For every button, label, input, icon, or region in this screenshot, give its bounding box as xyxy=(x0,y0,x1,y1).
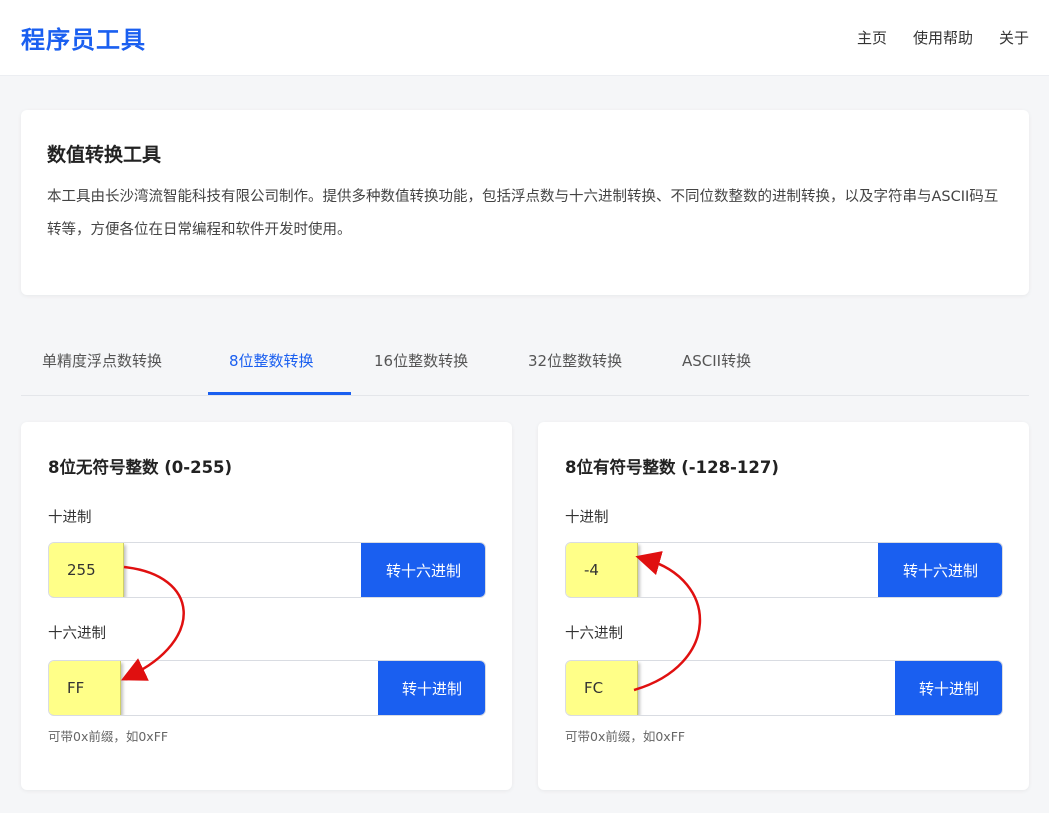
signed-title: 8位有符号整数 (-128-127) xyxy=(565,458,779,477)
intro-card: 数值转换工具 本工具由长沙湾流智能科技有限公司制作。提供多种数值转换功能，包括浮… xyxy=(21,110,1029,295)
intro-description: 本工具由长沙湾流智能科技有限公司制作。提供多种数值转换功能，包括浮点数与十六进制… xyxy=(47,189,999,238)
unsigned-hint: 可带0x前缀，如0xFF xyxy=(48,729,169,744)
unsigned-decimal-input[interactable] xyxy=(67,543,367,597)
brand-logo[interactable]: 程序员工具 xyxy=(21,20,146,55)
signed-hint: 可带0x前缀，如0xFF xyxy=(565,729,686,744)
signed-panel: 8位有符号整数 (-128-127) 十进制 转十六进制 十六进制 转十进制 可… xyxy=(538,422,1029,790)
signed-decimal-field: 转十六进制 xyxy=(565,542,1003,598)
tab-int32[interactable]: 32位整数转换 xyxy=(528,350,622,371)
tab-ascii[interactable]: ASCII转换 xyxy=(682,350,751,371)
signed-hex-input[interactable] xyxy=(584,661,884,715)
unsigned-hex-label: 十六进制 xyxy=(48,626,106,642)
unsigned-to-decimal-button[interactable]: 转十进制 xyxy=(378,661,485,715)
signed-hex-label: 十六进制 xyxy=(565,626,623,642)
signed-hex-field: 转十进制 xyxy=(565,660,1003,716)
unsigned-to-hex-button[interactable]: 转十六进制 xyxy=(361,543,485,597)
nav-about[interactable]: 关于 xyxy=(999,27,1029,48)
signed-to-decimal-button[interactable]: 转十进制 xyxy=(895,661,1002,715)
unsigned-title: 8位无符号整数 (0-255) xyxy=(48,458,233,477)
unsigned-decimal-label: 十进制 xyxy=(48,510,92,526)
signed-decimal-label: 十进制 xyxy=(565,510,609,526)
tab-float[interactable]: 单精度浮点数转换 xyxy=(42,350,162,371)
top-bar: 程序员工具 主页 使用帮助 关于 xyxy=(0,0,1049,76)
unsigned-hex-input[interactable] xyxy=(67,661,367,715)
nav-home[interactable]: 主页 xyxy=(857,27,887,48)
intro-title: 数值转换工具 xyxy=(47,144,162,166)
active-tab-indicator xyxy=(208,392,351,395)
unsigned-decimal-field: 转十六进制 xyxy=(48,542,486,598)
top-nav: 主页 使用帮助 关于 xyxy=(857,27,1029,48)
unsigned-panel: 8位无符号整数 (0-255) 十进制 转十六进制 十六进制 转十进制 可带0x… xyxy=(21,422,512,790)
tab-int16[interactable]: 16位整数转换 xyxy=(374,350,468,371)
tab-bar: 单精度浮点数转换 8位整数转换 16位整数转换 32位整数转换 ASCII转换 xyxy=(21,330,1029,396)
unsigned-hex-field: 转十进制 xyxy=(48,660,486,716)
signed-decimal-input[interactable] xyxy=(584,543,884,597)
tab-int8[interactable]: 8位整数转换 xyxy=(229,350,314,371)
signed-to-hex-button[interactable]: 转十六进制 xyxy=(878,543,1002,597)
nav-help[interactable]: 使用帮助 xyxy=(913,27,973,48)
